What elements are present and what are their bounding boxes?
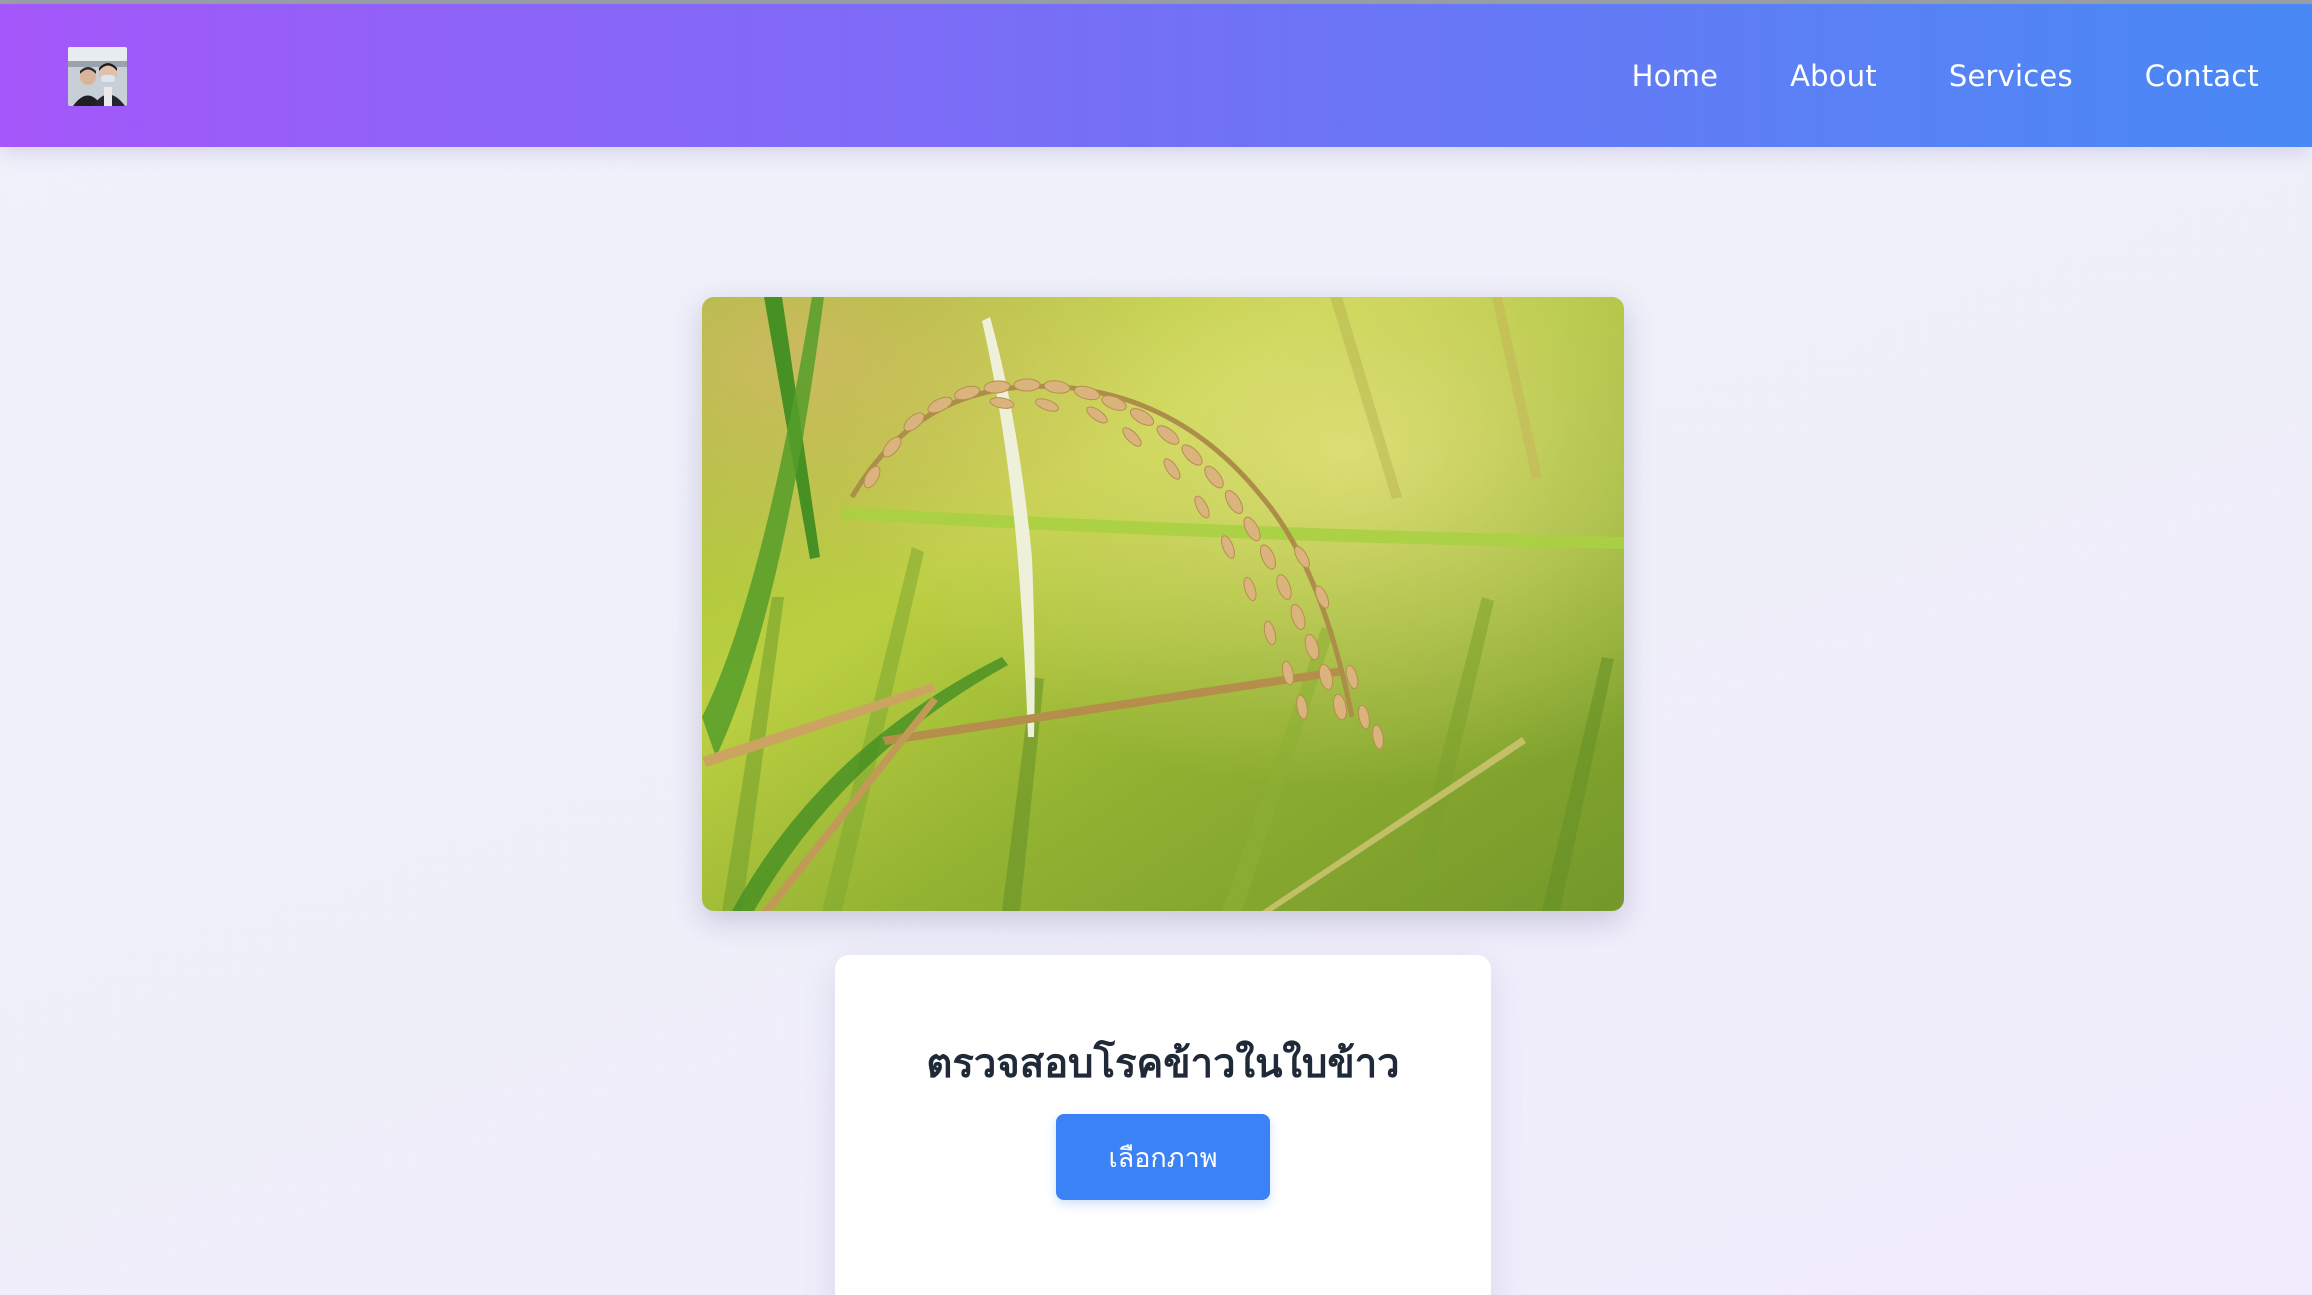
user-photo-avatar-icon[interactable] — [68, 47, 127, 106]
nav-link-services[interactable]: Services — [1949, 59, 2073, 93]
nav-link-contact[interactable]: Contact — [2145, 59, 2259, 93]
nav-link-about[interactable]: About — [1790, 59, 1877, 93]
page-title: ตรวจสอบโรคข้าวในใบข้าว — [926, 1041, 1400, 1087]
nav-links: Home About Services Contact — [1560, 4, 2259, 147]
choose-image-button[interactable]: เลือกภาพ — [1056, 1114, 1270, 1200]
rice-plant-photo-icon — [702, 297, 1624, 911]
navbar: Home About Services Contact — [0, 4, 2312, 147]
upload-card: ตรวจสอบโรคข้าวในใบข้าว เลือกภาพ — [835, 955, 1491, 1295]
nav-link-home[interactable]: Home — [1632, 59, 1718, 93]
